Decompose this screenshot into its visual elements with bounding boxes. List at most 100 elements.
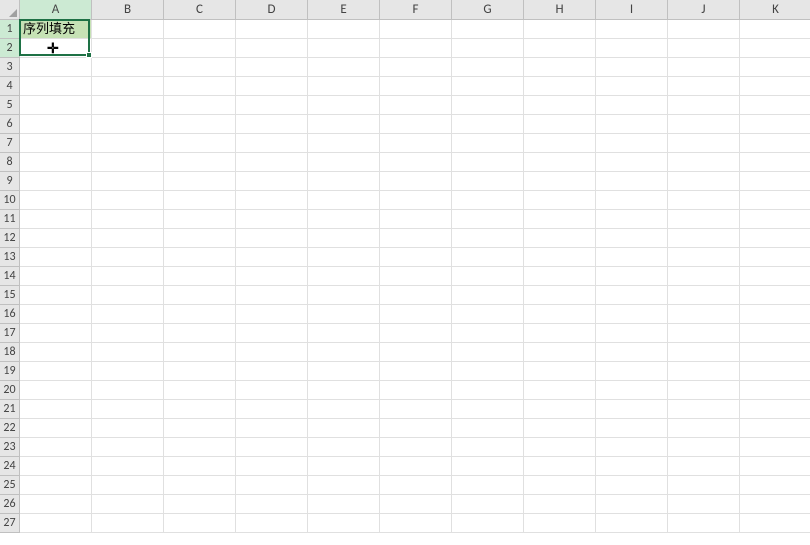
cell-H13[interactable] xyxy=(524,248,596,267)
cell-C6[interactable] xyxy=(164,115,236,134)
cell-F8[interactable] xyxy=(380,153,452,172)
row-header-25[interactable]: 25 xyxy=(0,476,20,495)
cell-F25[interactable] xyxy=(380,476,452,495)
cell-J9[interactable] xyxy=(668,172,740,191)
cell-F3[interactable] xyxy=(380,58,452,77)
cell-B11[interactable] xyxy=(92,210,164,229)
cell-G10[interactable] xyxy=(452,191,524,210)
col-header-I[interactable]: I xyxy=(596,0,668,20)
cell-H18[interactable] xyxy=(524,343,596,362)
cell-A21[interactable] xyxy=(20,400,92,419)
cell-G6[interactable] xyxy=(452,115,524,134)
cell-J6[interactable] xyxy=(668,115,740,134)
cell-F2[interactable] xyxy=(380,39,452,58)
cell-E13[interactable] xyxy=(308,248,380,267)
cell-E9[interactable] xyxy=(308,172,380,191)
cell-K12[interactable] xyxy=(740,229,810,248)
row-header-12[interactable]: 12 xyxy=(0,229,20,248)
cell-E23[interactable] xyxy=(308,438,380,457)
cell-K24[interactable] xyxy=(740,457,810,476)
cell-D14[interactable] xyxy=(236,267,308,286)
cell-B10[interactable] xyxy=(92,191,164,210)
cell-I21[interactable] xyxy=(596,400,668,419)
cell-D11[interactable] xyxy=(236,210,308,229)
cell-K9[interactable] xyxy=(740,172,810,191)
cell-G9[interactable] xyxy=(452,172,524,191)
row-header-24[interactable]: 24 xyxy=(0,457,20,476)
cell-F7[interactable] xyxy=(380,134,452,153)
cell-D1[interactable] xyxy=(236,20,308,39)
cell-H19[interactable] xyxy=(524,362,596,381)
cell-J26[interactable] xyxy=(668,495,740,514)
cell-G25[interactable] xyxy=(452,476,524,495)
cell-C12[interactable] xyxy=(164,229,236,248)
cell-H14[interactable] xyxy=(524,267,596,286)
cell-D27[interactable] xyxy=(236,514,308,533)
cell-C9[interactable] xyxy=(164,172,236,191)
cell-J20[interactable] xyxy=(668,381,740,400)
cell-C20[interactable] xyxy=(164,381,236,400)
cell-F19[interactable] xyxy=(380,362,452,381)
cell-H22[interactable] xyxy=(524,419,596,438)
cell-B15[interactable] xyxy=(92,286,164,305)
row-header-2[interactable]: 2 xyxy=(0,39,20,58)
cell-B25[interactable] xyxy=(92,476,164,495)
cell-I13[interactable] xyxy=(596,248,668,267)
cell-G20[interactable] xyxy=(452,381,524,400)
cell-J17[interactable] xyxy=(668,324,740,343)
cell-G8[interactable] xyxy=(452,153,524,172)
cell-F10[interactable] xyxy=(380,191,452,210)
cell-D21[interactable] xyxy=(236,400,308,419)
cell-D7[interactable] xyxy=(236,134,308,153)
cell-H8[interactable] xyxy=(524,153,596,172)
col-header-E[interactable]: E xyxy=(308,0,380,20)
row-header-16[interactable]: 16 xyxy=(0,305,20,324)
row-header-6[interactable]: 6 xyxy=(0,115,20,134)
cell-H2[interactable] xyxy=(524,39,596,58)
cell-F12[interactable] xyxy=(380,229,452,248)
cell-G17[interactable] xyxy=(452,324,524,343)
row-header-13[interactable]: 13 xyxy=(0,248,20,267)
row-header-14[interactable]: 14 xyxy=(0,267,20,286)
cell-A23[interactable] xyxy=(20,438,92,457)
cell-H9[interactable] xyxy=(524,172,596,191)
cell-D23[interactable] xyxy=(236,438,308,457)
cell-B19[interactable] xyxy=(92,362,164,381)
cell-I20[interactable] xyxy=(596,381,668,400)
cell-I8[interactable] xyxy=(596,153,668,172)
cell-G7[interactable] xyxy=(452,134,524,153)
cell-E15[interactable] xyxy=(308,286,380,305)
cell-D3[interactable] xyxy=(236,58,308,77)
cell-H26[interactable] xyxy=(524,495,596,514)
cell-K11[interactable] xyxy=(740,210,810,229)
cell-J8[interactable] xyxy=(668,153,740,172)
cell-E4[interactable] xyxy=(308,77,380,96)
cell-B20[interactable] xyxy=(92,381,164,400)
cell-I26[interactable] xyxy=(596,495,668,514)
spreadsheet-grid[interactable]: ABCDEFGHIJK1序列填充234567891011121314151617… xyxy=(0,0,810,533)
cell-D20[interactable] xyxy=(236,381,308,400)
cell-K23[interactable] xyxy=(740,438,810,457)
cell-B18[interactable] xyxy=(92,343,164,362)
cell-B3[interactable] xyxy=(92,58,164,77)
cell-B13[interactable] xyxy=(92,248,164,267)
cell-D9[interactable] xyxy=(236,172,308,191)
cell-H17[interactable] xyxy=(524,324,596,343)
cell-F20[interactable] xyxy=(380,381,452,400)
cell-E22[interactable] xyxy=(308,419,380,438)
cell-E10[interactable] xyxy=(308,191,380,210)
row-header-5[interactable]: 5 xyxy=(0,96,20,115)
cell-E27[interactable] xyxy=(308,514,380,533)
cell-E7[interactable] xyxy=(308,134,380,153)
cell-J24[interactable] xyxy=(668,457,740,476)
cell-K27[interactable] xyxy=(740,514,810,533)
cell-J5[interactable] xyxy=(668,96,740,115)
col-header-H[interactable]: H xyxy=(524,0,596,20)
cell-K1[interactable] xyxy=(740,20,810,39)
cell-C10[interactable] xyxy=(164,191,236,210)
cell-F22[interactable] xyxy=(380,419,452,438)
cell-I12[interactable] xyxy=(596,229,668,248)
cell-H4[interactable] xyxy=(524,77,596,96)
cell-I4[interactable] xyxy=(596,77,668,96)
row-header-11[interactable]: 11 xyxy=(0,210,20,229)
